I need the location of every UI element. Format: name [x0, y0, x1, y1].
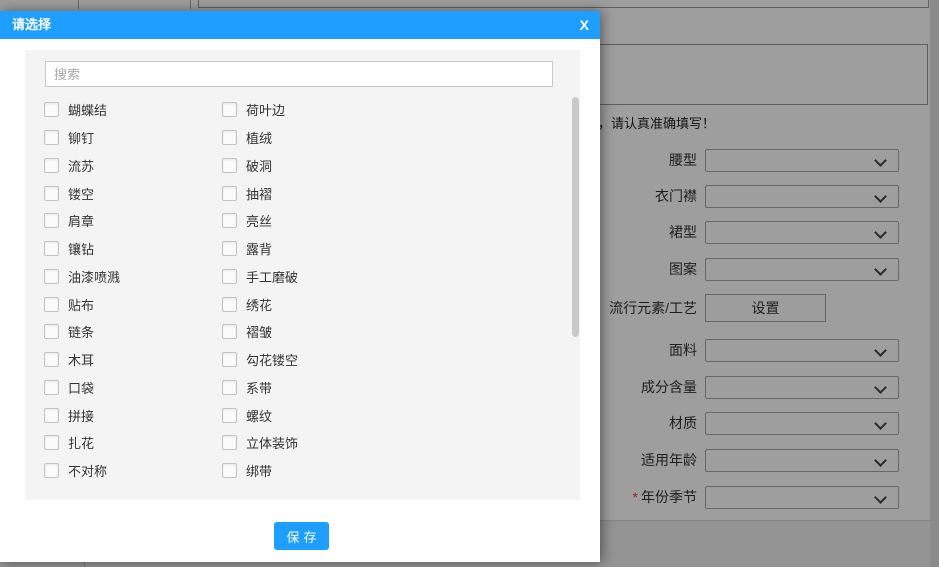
- option-item[interactable]: 荷叶边: [222, 100, 572, 119]
- checkbox-icon[interactable]: [222, 352, 237, 368]
- checkbox-icon[interactable]: [44, 102, 59, 118]
- checkbox-icon[interactable]: [222, 463, 237, 479]
- option-item[interactable]: 手工磨破: [222, 267, 572, 286]
- option-label: 木耳: [68, 353, 95, 369]
- option-item[interactable]: 链条: [44, 322, 222, 341]
- option-label: 肩章: [68, 214, 95, 230]
- option-label: 油漆喷溅: [68, 269, 121, 285]
- checkbox-icon[interactable]: [222, 102, 237, 118]
- option-item[interactable]: 露背: [222, 239, 572, 258]
- options-grid: 蝴蝶结 荷叶边铆钉 植绒流苏 破洞镂空 抽褶肩章 亮丝镶钻 露背油漆喷溅 手工磨破贴布 绣花链条…: [25, 96, 572, 485]
- checkbox-icon[interactable]: [44, 213, 59, 229]
- checkbox-icon[interactable]: [44, 296, 59, 312]
- option-item[interactable]: 镂空: [44, 184, 222, 203]
- option-item[interactable]: 贴布: [44, 295, 222, 314]
- option-item[interactable]: 系带: [222, 378, 572, 397]
- close-icon[interactable]: X: [580, 11, 589, 39]
- checkbox-icon[interactable]: [44, 407, 59, 423]
- option-label: 口袋: [68, 380, 95, 396]
- option-label: 抽褶: [246, 186, 273, 202]
- option-label: 镂空: [68, 186, 95, 202]
- option-item[interactable]: 拼接: [44, 406, 222, 425]
- option-item[interactable]: 肩章: [44, 211, 222, 230]
- option-label: 链条: [68, 325, 95, 341]
- option-item[interactable]: 螺纹: [222, 406, 572, 425]
- option-item[interactable]: 绣花: [222, 295, 572, 314]
- option-item[interactable]: 油漆喷溅: [44, 267, 222, 286]
- option-item[interactable]: 蝴蝶结: [44, 100, 222, 119]
- checkbox-icon[interactable]: [44, 435, 59, 451]
- option-item[interactable]: 铆钉: [44, 128, 222, 147]
- checkbox-icon[interactable]: [44, 379, 59, 395]
- checkbox-icon[interactable]: [44, 324, 59, 340]
- checkbox-icon[interactable]: [44, 157, 59, 173]
- option-label: 不对称: [68, 464, 108, 480]
- option-item[interactable]: 破洞: [222, 156, 572, 175]
- checkbox-icon[interactable]: [222, 324, 237, 340]
- option-label: 铆钉: [68, 131, 95, 147]
- option-item[interactable]: 绑带: [222, 461, 572, 480]
- option-item[interactable]: 褶皱: [222, 322, 572, 341]
- option-label: 立体装饰: [246, 436, 299, 452]
- option-label: 蝴蝶结: [68, 103, 108, 119]
- checkbox-icon[interactable]: [44, 463, 59, 479]
- modal-title: 请选择: [12, 17, 52, 32]
- checkbox-icon[interactable]: [222, 268, 237, 284]
- option-label: 贴布: [68, 297, 95, 313]
- option-item[interactable]: 亮丝: [222, 211, 572, 230]
- checkbox-icon[interactable]: [222, 241, 237, 257]
- option-label: 拼接: [68, 408, 95, 424]
- option-item[interactable]: 镶钻: [44, 239, 222, 258]
- option-label: 绑带: [246, 464, 273, 480]
- option-label: 露背: [246, 242, 273, 258]
- option-label: 镶钻: [68, 242, 95, 258]
- option-label: 流苏: [68, 158, 95, 174]
- option-item[interactable]: 不对称: [44, 461, 222, 480]
- checkbox-icon[interactable]: [222, 407, 237, 423]
- checkbox-icon[interactable]: [222, 379, 237, 395]
- checkbox-icon[interactable]: [44, 352, 59, 368]
- select-modal: 请选择 X 蝴蝶结 荷叶边铆钉 植绒流苏 破洞镂空 抽褶肩章 亮丝镶钻 露背油漆喷溅 手工磨破…: [0, 11, 600, 562]
- option-item[interactable]: 立体装饰: [222, 433, 572, 452]
- option-item[interactable]: 口袋: [44, 378, 222, 397]
- checkbox-icon[interactable]: [222, 157, 237, 173]
- option-label: 亮丝: [246, 214, 273, 230]
- search-input[interactable]: [45, 61, 553, 87]
- checkbox-icon[interactable]: [222, 435, 237, 451]
- option-item[interactable]: 流苏: [44, 156, 222, 175]
- option-label: 系带: [246, 380, 273, 396]
- option-label: 植绒: [246, 131, 273, 147]
- modal-header: 请选择 X: [0, 11, 600, 39]
- option-item[interactable]: 勾花镂空: [222, 350, 572, 369]
- option-item[interactable]: 木耳: [44, 350, 222, 369]
- checkbox-icon[interactable]: [222, 185, 237, 201]
- scrollbar-thumb[interactable]: [572, 97, 579, 337]
- option-label: 绣花: [246, 297, 273, 313]
- option-label: 扎花: [68, 436, 95, 452]
- checkbox-icon[interactable]: [44, 268, 59, 284]
- checkbox-icon[interactable]: [222, 213, 237, 229]
- option-label: 破洞: [246, 158, 273, 174]
- option-label: 荷叶边: [246, 103, 286, 119]
- save-button[interactable]: 保存: [274, 522, 329, 550]
- option-label: 褶皱: [246, 325, 273, 341]
- checkbox-icon[interactable]: [44, 130, 59, 146]
- option-item[interactable]: 扎花: [44, 433, 222, 452]
- option-label: 螺纹: [246, 408, 273, 424]
- option-label: 勾花镂空: [246, 353, 299, 369]
- option-label: 手工磨破: [246, 269, 299, 285]
- checkbox-icon[interactable]: [222, 130, 237, 146]
- option-item[interactable]: 抽褶: [222, 184, 572, 203]
- checkbox-icon[interactable]: [44, 185, 59, 201]
- option-item[interactable]: 植绒: [222, 128, 572, 147]
- checkbox-icon[interactable]: [222, 296, 237, 312]
- checkbox-icon[interactable]: [44, 241, 59, 257]
- options-panel: 蝴蝶结 荷叶边铆钉 植绒流苏 破洞镂空 抽褶肩章 亮丝镶钻 露背油漆喷溅 手工磨破贴布 绣花链条…: [25, 50, 580, 500]
